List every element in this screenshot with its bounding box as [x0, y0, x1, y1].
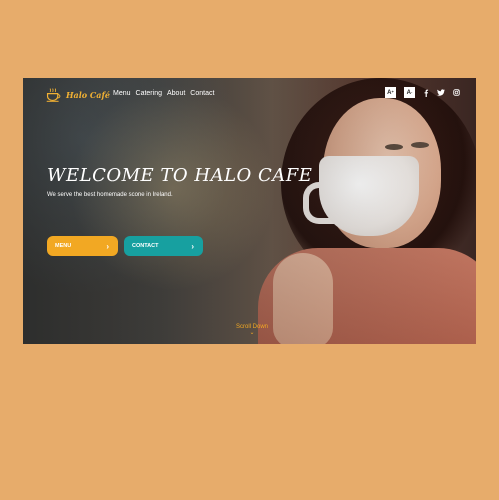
chevron-down-icon: ⌄: [249, 330, 255, 336]
font-decrease-sup: -: [411, 88, 413, 94]
brand-name: Halo Café: [66, 89, 110, 100]
menu-button[interactable]: MENU ›: [47, 236, 118, 256]
nav-item-catering[interactable]: Catering: [136, 90, 162, 97]
main-menu: Menu Catering About Contact: [113, 90, 214, 97]
nav-item-menu[interactable]: Menu: [113, 90, 131, 97]
hero-screen: Halo Café Menu Catering About Contact A +…: [23, 78, 476, 344]
toolbar-right: A + A-: [385, 87, 460, 98]
contact-button[interactable]: CONTACT ›: [124, 236, 203, 256]
chevron-right-icon: ›: [191, 241, 194, 251]
twitter-icon[interactable]: [437, 89, 445, 96]
hero-title: WELCOME TO HALO CAFE: [47, 165, 313, 186]
facebook-icon[interactable]: [423, 89, 429, 97]
font-increase-sup: +: [391, 88, 394, 94]
nav-item-contact[interactable]: Contact: [190, 90, 214, 97]
hero-subtitle: We serve the best homemade scone in Irel…: [47, 192, 173, 198]
top-nav: Halo Café Menu Catering About Contact A +…: [23, 78, 476, 108]
nav-item-about[interactable]: About: [167, 90, 185, 97]
menu-button-label: MENU: [55, 243, 72, 249]
chevron-right-icon: ›: [106, 241, 109, 251]
coffee-cup-icon: [46, 88, 61, 102]
instagram-icon[interactable]: [453, 89, 460, 96]
hero-overlay: [23, 78, 476, 344]
scroll-down-link[interactable]: Scroll Down ⌄: [236, 324, 268, 336]
font-decrease-button[interactable]: A-: [404, 87, 415, 98]
font-increase-button[interactable]: A +: [385, 87, 396, 98]
contact-button-label: CONTACT: [132, 243, 159, 249]
brand-logo[interactable]: Halo Café: [45, 86, 110, 103]
